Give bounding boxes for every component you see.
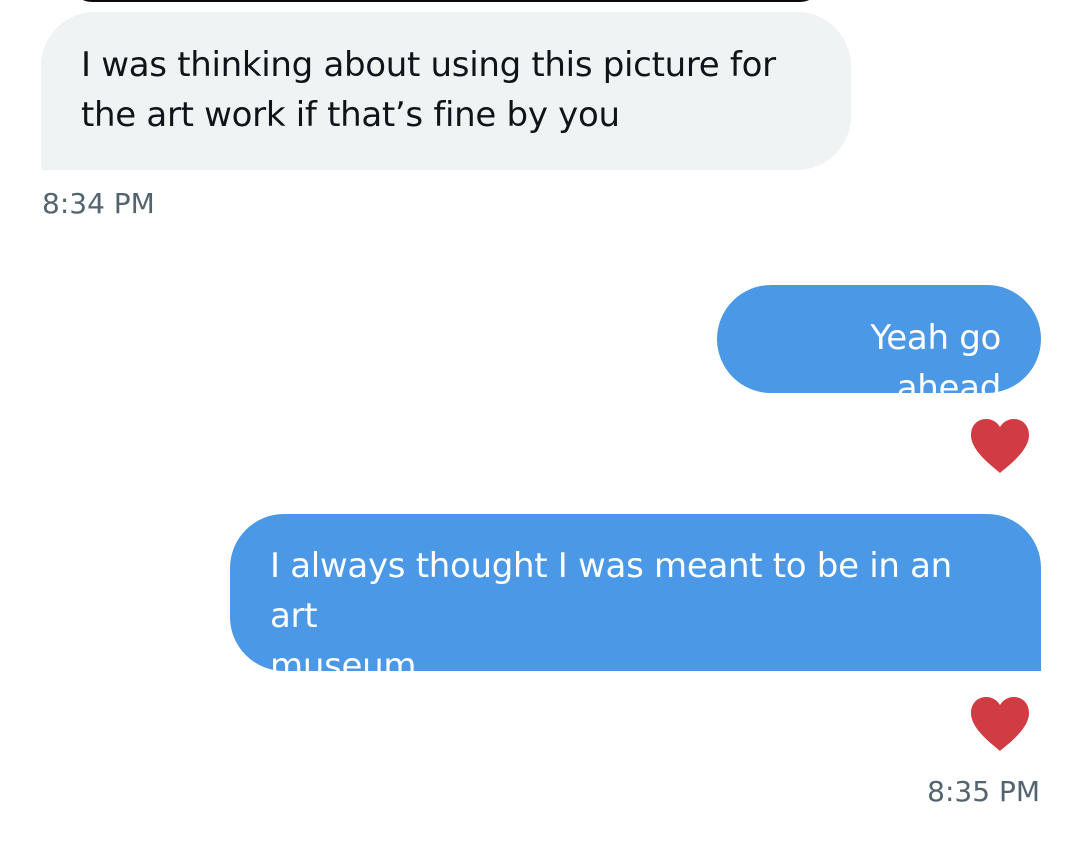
message-timestamp: 8:34 PM: [42, 187, 155, 220]
red-heart-icon: [971, 419, 1029, 473]
previous-media-attachment[interactable]: [70, 0, 822, 2]
received-message-bubble[interactable]: I was thinking about using this picture …: [41, 12, 851, 170]
red-heart-icon: [971, 697, 1029, 751]
message-timestamp: 8:35 PM: [927, 775, 1040, 808]
heart-reaction-icon[interactable]: [969, 696, 1031, 752]
sent-message-bubble[interactable]: I always thought I was meant to be in an…: [230, 514, 1041, 686]
heart-reaction-icon[interactable]: [969, 418, 1031, 474]
sent-message-bubble[interactable]: Yeah go ahead: [717, 285, 1041, 408]
